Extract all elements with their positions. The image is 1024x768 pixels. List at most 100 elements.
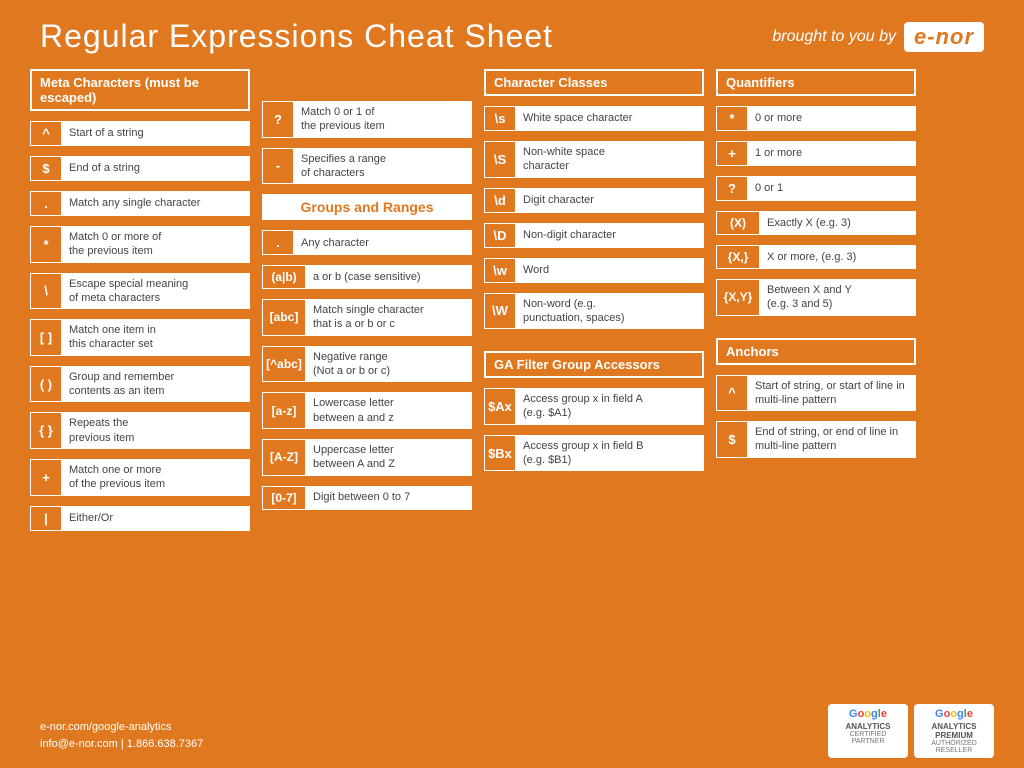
symbol-d: \d — [484, 188, 516, 213]
desc-char-set: Match one item inthis character set — [62, 319, 250, 356]
symbol-w: \w — [484, 258, 516, 283]
symbol-caret: ^ — [30, 121, 62, 146]
list-item: \D Non-digit character — [484, 223, 704, 248]
groups-ranges-section: ? Match 0 or 1 ofthe previous item - Spe… — [262, 69, 472, 535]
list-item: $ End of string, or end of line in multi… — [716, 421, 916, 458]
desc-one-more: Match one or moreof the previous item — [62, 459, 250, 496]
desc-match01: Match 0 or 1 ofthe previous item — [294, 101, 472, 138]
symbol-dollar: $ — [30, 156, 62, 181]
desc-word: Word — [516, 258, 704, 283]
desc-q-1more: 1 or more — [748, 141, 916, 166]
list-item: [abc] Match single characterthat is a or… — [262, 299, 472, 336]
symbol-dash: - — [262, 148, 294, 185]
list-item: + Match one or moreof the previous item — [30, 459, 250, 496]
badge-label-premium: ANALYTICS PREMIUM — [922, 722, 986, 740]
symbol-dot2: . — [262, 230, 294, 255]
header: Regular Expressions Cheat Sheet brought … — [0, 0, 1024, 65]
badge-type-reseller: AUTHORIZEDRESELLER — [922, 740, 986, 754]
list-item: [a-z] Lowercase letterbetween a and z — [262, 392, 472, 429]
symbol-braces: { } — [30, 412, 62, 449]
list-item: | Either/Or — [30, 506, 250, 531]
symbol-W: \W — [484, 293, 516, 330]
list-item: \s White space character — [484, 106, 704, 131]
desc-nonwhitespace: Non-white spacecharacter — [516, 141, 704, 178]
symbol-brackets: [ ] — [30, 319, 62, 356]
list-item: + 1 or more — [716, 141, 916, 166]
list-item: ^ Start of string, or start of line in m… — [716, 375, 916, 412]
char-classes-title: Character Classes — [484, 69, 704, 96]
symbol-ax: $Ax — [484, 388, 516, 425]
brand-area: brought to you by e-nor — [772, 22, 984, 52]
desc-zero-more: Match 0 or more ofthe previous item — [62, 226, 250, 263]
meta-characters-section: Meta Characters (must be escaped) ^ Star… — [30, 69, 250, 535]
symbol-a-dollar: $ — [716, 421, 748, 458]
symbol-star: * — [30, 226, 62, 263]
quantifiers-section: Quantifiers * 0 or more + 1 or more ? 0 … — [716, 69, 916, 535]
desc-group: Group and remembercontents as an item — [62, 366, 250, 403]
list-item: [0-7] Digit between 0 to 7 — [262, 486, 472, 510]
groups-section-title: Groups and Ranges — [262, 194, 472, 220]
page-title: Regular Expressions Cheat Sheet — [40, 18, 553, 55]
list-item: { } Repeats theprevious item — [30, 412, 250, 449]
desc-q-XY: Between X and Y(e.g. 3 and 5) — [760, 279, 916, 316]
desc-whitespace: White space character — [516, 106, 704, 131]
list-item: (a|b) a or b (case sensitive) — [262, 265, 472, 289]
list-item: [ ] Match one item inthis character set — [30, 319, 250, 356]
badge-analytics: Google ANALYTICS CERTIFIEDPARTNER — [828, 704, 908, 758]
symbol-ab: (a|b) — [262, 265, 306, 289]
symbol-backslash: \ — [30, 273, 62, 310]
symbol-q-XY: {X,Y} — [716, 279, 760, 316]
desc-notabc: Negative range(Not a or b or c) — [306, 346, 472, 383]
brand-logo: e-nor — [904, 22, 984, 52]
list-item: ( ) Group and remembercontents as an ite… — [30, 366, 250, 403]
symbol-notabc: [^abc] — [262, 346, 306, 383]
symbol-AZ: [A-Z] — [262, 439, 306, 476]
symbol-plus: + — [30, 459, 62, 496]
desc-ax: Access group x in field A(e.g. $A1) — [516, 388, 704, 425]
list-item: $Bx Access group x in field B(e.g. $B1) — [484, 435, 704, 472]
desc-q-Xmore: X or more, (e.g. 3) — [760, 245, 916, 269]
badge-type-certified: CERTIFIEDPARTNER — [836, 731, 900, 745]
desc-escape: Escape special meaningof meta characters — [62, 273, 250, 310]
symbol-q-star: * — [716, 106, 748, 131]
list-item: * Match 0 or more ofthe previous item — [30, 226, 250, 263]
desc-07: Digit between 0 to 7 — [306, 486, 472, 510]
main-content: Meta Characters (must be escaped) ^ Star… — [0, 69, 1024, 535]
desc-AZ: Uppercase letterbetween A and Z — [306, 439, 472, 476]
list-item: $ End of a string — [30, 156, 250, 181]
symbol-ws: \s — [484, 106, 516, 131]
list-item: . Match any single character — [30, 191, 250, 216]
symbol-az: [a-z] — [262, 392, 306, 429]
list-item: \W Non-word (e.g.punctuation, spaces) — [484, 293, 704, 330]
list-item: [^abc] Negative range(Not a or b or c) — [262, 346, 472, 383]
desc-bx: Access group x in field B(e.g. $B1) — [516, 435, 704, 472]
desc-repeats: Repeats theprevious item — [62, 412, 250, 449]
char-classes-section: Character Classes \s White space charact… — [484, 69, 704, 535]
desc-end-string: End of a string — [62, 156, 250, 181]
footer: e-nor.com/google-analytics info@e-nor.co… — [40, 719, 203, 754]
desc-nonword: Non-word (e.g.punctuation, spaces) — [516, 293, 704, 330]
list-item: - Specifies a rangeof characters — [262, 148, 472, 185]
desc-abc: Match single characterthat is a or b or … — [306, 299, 472, 336]
desc-digit: Digit character — [516, 188, 704, 213]
symbol-a-caret: ^ — [716, 375, 748, 412]
symbol-D: \D — [484, 223, 516, 248]
footer-url: e-nor.com/google-analytics — [40, 719, 203, 737]
symbol-pipe: | — [30, 506, 62, 531]
desc-q-01: 0 or 1 — [748, 176, 916, 201]
list-item: {X,Y} Between X and Y(e.g. 3 and 5) — [716, 279, 916, 316]
google-text-2: Google — [922, 708, 986, 720]
desc-a-end: End of string, or end of line in multi-l… — [748, 421, 916, 458]
symbol-WS: \S — [484, 141, 516, 178]
anchors-title: Anchors — [716, 338, 916, 365]
badge-label-analytics: ANALYTICS — [836, 722, 900, 731]
symbol-q-q: ? — [716, 176, 748, 201]
desc-range: Specifies a rangeof characters — [294, 148, 472, 185]
list-item: \ Escape special meaningof meta characte… — [30, 273, 250, 310]
desc-start-string: Start of a string — [62, 121, 250, 146]
footer-contact: info@e-nor.com | 1.866.638.7367 — [40, 736, 203, 754]
google-text: Google — [836, 708, 900, 720]
list-item: \S Non-white spacecharacter — [484, 141, 704, 178]
list-item: ? Match 0 or 1 ofthe previous item — [262, 101, 472, 138]
desc-a-start: Start of string, or start of line in mul… — [748, 375, 916, 412]
